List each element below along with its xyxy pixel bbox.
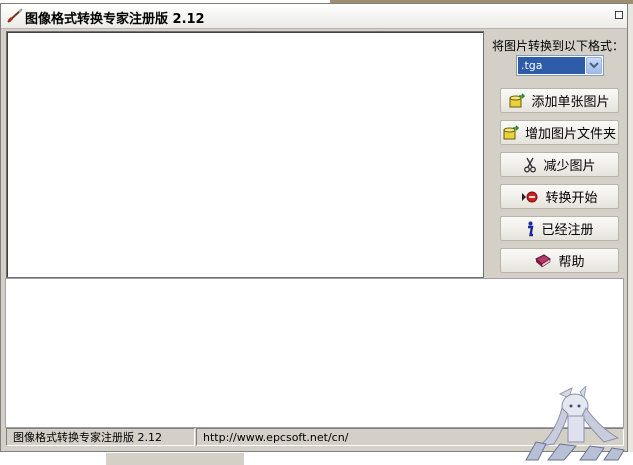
add-image-label: 添加单张图片 [531, 95, 610, 110]
window-title: 图像格式转换专家注册版 2.12 [25, 12, 205, 27]
dropdown-button[interactable] [586, 57, 602, 74]
add-folder-label: 增加图片文件夹 [524, 127, 616, 142]
status-app-name: 图像格式转换专家注册版 2.12 [6, 428, 195, 446]
app-window: 图像格式转换专家注册版 2.12 将图片转换到以下格式： .tga 添加单张图片 [0, 3, 628, 452]
start-convert-button[interactable]: 转换开始 [500, 184, 619, 209]
title-bar[interactable]: 图像格式转换专家注册版 2.12 [1, 4, 627, 29]
add-folder-button[interactable]: 增加图片文件夹 [500, 120, 619, 145]
format-select[interactable]: .tga [516, 55, 604, 76]
help-button[interactable]: 帮助 [500, 248, 619, 273]
mascot-logo-image [525, 386, 625, 461]
remove-image-label: 减少图片 [543, 159, 596, 174]
background-strip [628, 4, 633, 465]
scissors-icon [524, 157, 537, 172]
info-icon [528, 221, 534, 236]
close-icon[interactable] [615, 11, 623, 19]
start-convert-label: 转换开始 [545, 191, 598, 206]
convert-format-label: 将图片转换到以下格式： [492, 39, 625, 53]
image-list[interactable] [6, 31, 484, 278]
background-window-fragment [106, 452, 244, 465]
add-image-button[interactable]: 添加单张图片 [500, 88, 619, 113]
add-folder-icon [503, 124, 519, 139]
remove-image-button[interactable]: 减少图片 [500, 152, 619, 177]
format-select-value: .tga [518, 57, 585, 74]
record-icon [522, 191, 538, 202]
add-image-icon [509, 92, 526, 107]
help-label: 帮助 [558, 255, 585, 270]
registered-label: 已经注册 [541, 223, 594, 238]
brush-app-icon [7, 8, 23, 23]
help-book-icon [535, 253, 552, 268]
control-panel: 将图片转换到以下格式： .tga 添加单张图片 增加图片文件夹 减少图片 转换开… [487, 31, 625, 278]
chevron-down-icon [589, 62, 599, 69]
registered-button[interactable]: 已经注册 [500, 216, 619, 241]
